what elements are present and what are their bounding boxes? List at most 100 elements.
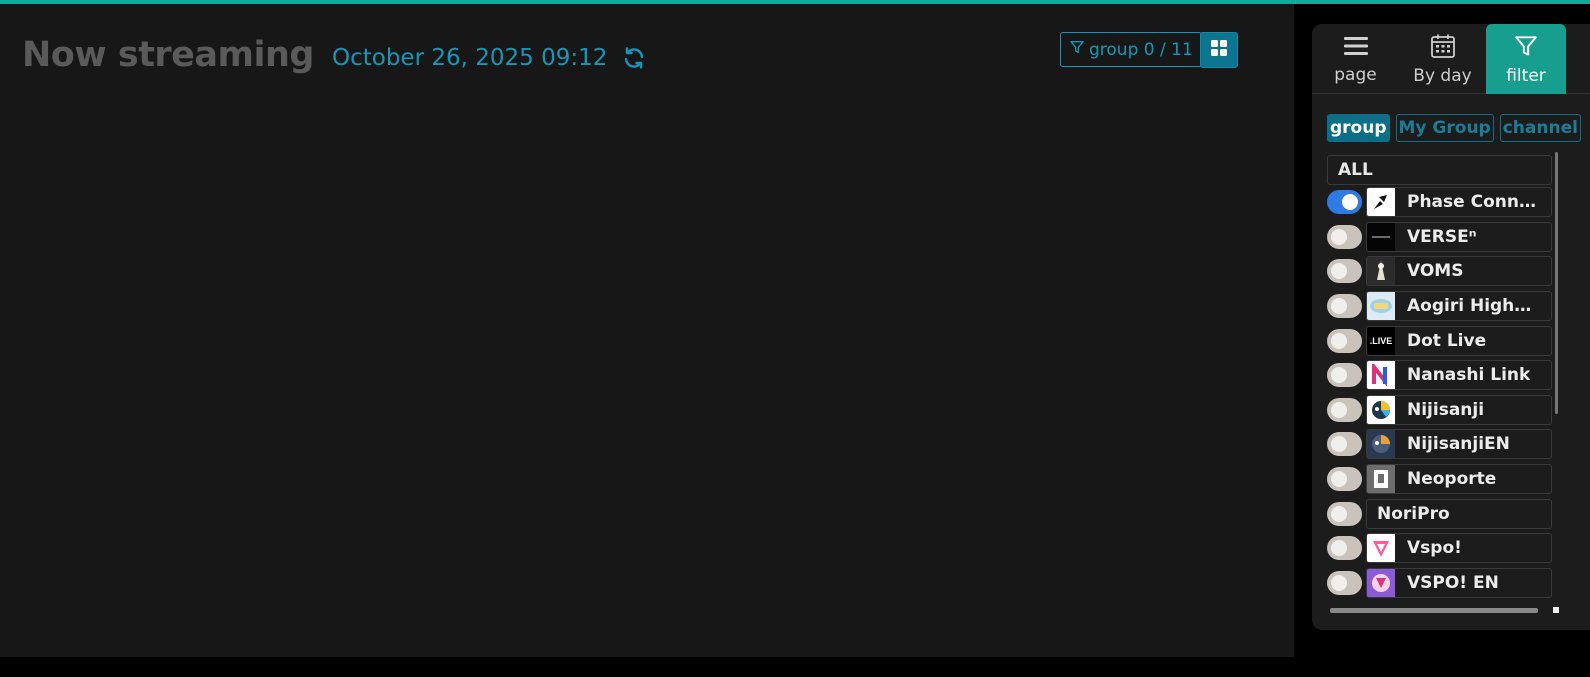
toggle-knob xyxy=(1342,194,1358,211)
group-toggle[interactable] xyxy=(1327,536,1362,561)
group-item[interactable]: VSPO! EN xyxy=(1366,567,1552,598)
toggle-knob xyxy=(1331,471,1347,488)
filter-icon xyxy=(1513,33,1539,64)
nijisanji-en-logo xyxy=(1367,430,1395,459)
dot-live-logo: .LIVE xyxy=(1367,326,1395,355)
subtab-channel[interactable]: channel xyxy=(1499,114,1581,142)
nanashi-link-logo xyxy=(1367,361,1395,390)
group-toggle[interactable] xyxy=(1327,501,1362,526)
toggle-knob xyxy=(1331,367,1347,384)
vertical-scrollbar[interactable] xyxy=(1555,152,1558,414)
all-groups-button[interactable]: ALL xyxy=(1327,155,1552,185)
scroll-corner xyxy=(1553,607,1559,613)
toggle-knob xyxy=(1331,574,1347,591)
toggle-knob xyxy=(1331,332,1347,349)
tab-page[interactable]: page xyxy=(1312,24,1399,94)
nijisanji-logo xyxy=(1367,395,1395,424)
vspo-en-logo xyxy=(1367,568,1395,597)
group-item[interactable]: Neoporte xyxy=(1366,464,1552,495)
group-row: Vspo! xyxy=(1327,531,1553,566)
main-panel: Now streaming October 26, 2025 09:12 gro… xyxy=(0,4,1294,657)
tab-filter-label: filter xyxy=(1506,65,1546,86)
group-label: Aogiri High… xyxy=(1407,296,1532,317)
toggle-knob xyxy=(1331,505,1347,522)
subtab-group[interactable]: group xyxy=(1327,114,1390,142)
toggle-knob xyxy=(1331,436,1347,453)
filter-icon xyxy=(1069,39,1085,60)
group-item[interactable]: Nanashi Link xyxy=(1366,360,1552,391)
group-label: NoriPro xyxy=(1377,503,1450,524)
group-item[interactable]: VOMS xyxy=(1366,256,1552,287)
toggle-knob xyxy=(1331,401,1347,418)
group-toggle[interactable] xyxy=(1327,294,1362,319)
vspo-logo xyxy=(1367,534,1395,563)
toggle-knob xyxy=(1331,263,1347,280)
group-label: NijisanjiEN xyxy=(1407,434,1510,455)
group-row: Phase Connect xyxy=(1327,185,1553,220)
group-filter-label: group 0 / 11 xyxy=(1089,39,1193,60)
tab-filter[interactable]: filter xyxy=(1486,24,1566,94)
group-row: NijisanjiEN xyxy=(1327,427,1553,462)
tab-by-day[interactable]: By day xyxy=(1399,24,1486,94)
title-row: Now streaming October 26, 2025 09:12 xyxy=(22,30,647,80)
group-item[interactable]: .LIVE Dot Live xyxy=(1366,325,1552,356)
group-label: Phase Connect xyxy=(1407,192,1539,213)
group-toggle[interactable] xyxy=(1327,467,1362,492)
voms-logo xyxy=(1367,257,1395,286)
group-row: VOMS xyxy=(1327,254,1553,289)
sidebar-tabs: page By day filter xyxy=(1312,24,1590,94)
group-toggle[interactable] xyxy=(1327,432,1362,457)
group-item[interactable]: VERSEⁿ xyxy=(1366,221,1552,252)
tab-by-day-label: By day xyxy=(1413,65,1472,86)
toggle-knob xyxy=(1331,540,1347,557)
group-row: Neoporte xyxy=(1327,462,1553,497)
menu-icon xyxy=(1343,34,1369,63)
group-toggle[interactable] xyxy=(1327,328,1362,353)
horizontal-scrollbar[interactable] xyxy=(1330,608,1538,613)
group-label: VOMS xyxy=(1407,261,1464,282)
page-title: Now streaming xyxy=(22,35,314,75)
group-filter-chip[interactable]: group 0 / 11 xyxy=(1060,32,1202,67)
group-toggle[interactable] xyxy=(1327,570,1362,595)
group-row: VERSEⁿ xyxy=(1327,220,1553,255)
grid-icon xyxy=(1210,39,1228,61)
group-item[interactable]: Phase Connect xyxy=(1366,187,1552,218)
group-label: Dot Live xyxy=(1407,330,1487,351)
group-toggle[interactable] xyxy=(1327,363,1362,388)
group-row: NoriPro xyxy=(1327,496,1553,531)
neoporte-logo xyxy=(1367,465,1395,494)
group-row: Nanashi Link xyxy=(1327,358,1553,393)
group-list: ALL Phase Connect VERSEⁿ VOMS Aogiri High….… xyxy=(1327,155,1553,600)
group-item[interactable]: Nijisanji xyxy=(1366,394,1552,425)
aogiri-logo xyxy=(1367,292,1395,321)
subtab-my-group[interactable]: My Group xyxy=(1395,114,1494,142)
group-row: .LIVE Dot Live xyxy=(1327,323,1553,358)
group-row: VSPO! EN xyxy=(1327,566,1553,601)
calendar-icon xyxy=(1430,33,1456,64)
group-label: Vspo! xyxy=(1407,538,1462,559)
group-row: Aogiri High… xyxy=(1327,289,1553,324)
group-label: VSPO! EN xyxy=(1407,572,1499,593)
group-toggle[interactable] xyxy=(1327,224,1362,249)
tab-page-label: page xyxy=(1334,64,1377,85)
toggle-knob xyxy=(1331,298,1347,315)
group-label: Nijisanji xyxy=(1407,399,1485,420)
group-label: Nanashi Link xyxy=(1407,365,1531,386)
current-datetime: October 26, 2025 09:12 xyxy=(331,45,608,71)
group-item[interactable]: Vspo! xyxy=(1366,533,1552,564)
toggle-knob xyxy=(1331,228,1347,245)
filter-sidebar: page By day filter group My Group channe… xyxy=(1312,24,1590,630)
group-item[interactable]: NijisanjiEN xyxy=(1366,429,1552,460)
group-toggle[interactable] xyxy=(1327,397,1362,422)
group-item[interactable]: Aogiri High… xyxy=(1366,291,1552,322)
grid-view-button[interactable] xyxy=(1201,33,1237,67)
filter-subtabs: group My Group channel xyxy=(1327,114,1581,142)
group-item[interactable]: NoriPro xyxy=(1366,498,1552,529)
group-toggle[interactable] xyxy=(1327,190,1362,215)
refresh-icon[interactable] xyxy=(621,45,647,71)
verse-logo xyxy=(1367,222,1395,251)
group-label: Neoporte xyxy=(1407,469,1497,490)
group-label: VERSEⁿ xyxy=(1407,226,1477,247)
group-row: Nijisanji xyxy=(1327,393,1553,428)
group-toggle[interactable] xyxy=(1327,259,1362,284)
